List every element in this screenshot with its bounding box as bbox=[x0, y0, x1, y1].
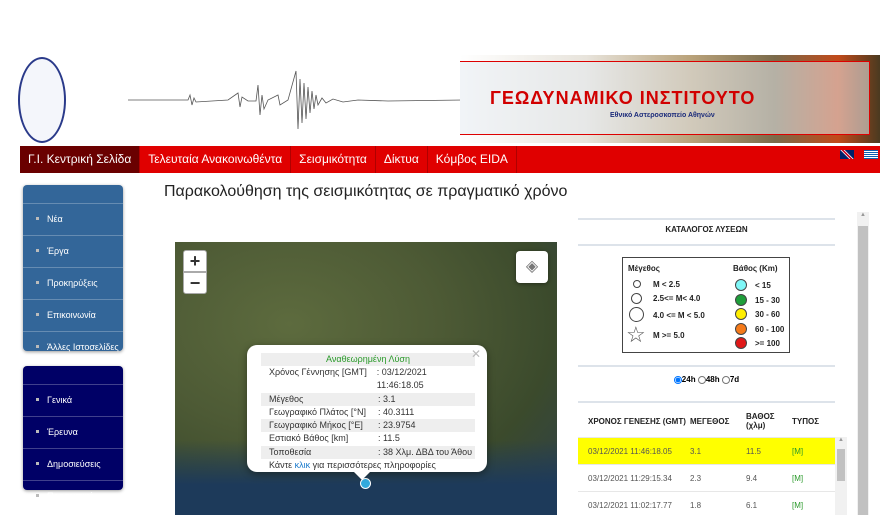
catalog-table: ΧΡΟΝΟΣ ΓΕΝΕΣΗΣ (GMT) ΜΕΓΕΘΟΣ ΒΑΘΟΣ (χλμ)… bbox=[578, 405, 835, 518]
sidebar-item-other-sites[interactable]: Άλλες Ιστοσελίδες bbox=[23, 331, 123, 363]
table-scrollbar[interactable]: ▲ bbox=[835, 437, 847, 515]
main-nav: Γ.Ι. Κεντρική Σελίδα Τελευταία Ανακοινωθ… bbox=[20, 146, 880, 173]
divider bbox=[578, 218, 835, 220]
table-header: ΧΡΟΝΟΣ ΓΕΝΕΣΗΣ (GMT) ΜΕΓΕΘΟΣ ΒΑΘΟΣ (χλμ)… bbox=[588, 412, 820, 430]
earthquake-popup: ✕ Αναθεωρημένη Λύση Χρόνος Γέννησης [GMT… bbox=[247, 345, 487, 480]
divider bbox=[578, 365, 835, 367]
depth-color-icon bbox=[735, 293, 747, 306]
depth-color-icon bbox=[735, 279, 747, 291]
sidebar-item-publications[interactable]: Δημοσιεύσεις bbox=[23, 448, 123, 480]
sidebar-item-contact[interactable]: Επικοινωνία bbox=[23, 299, 123, 331]
period-24h-radio[interactable] bbox=[673, 375, 682, 384]
observatory-logo[interactable] bbox=[18, 57, 66, 143]
page-title: Παρακολούθηση της σεισμικότητας σε πραγμ… bbox=[164, 183, 568, 200]
divider bbox=[578, 401, 835, 403]
nav-seismicity[interactable]: Σεισμικότητα bbox=[291, 146, 376, 173]
nav-announcements[interactable]: Τελευταία Ανακοινωθέντα bbox=[140, 146, 292, 173]
zoom-in-button[interactable]: + bbox=[183, 250, 207, 272]
table-row[interactable]: 03/12/2021 11:29:15.34 2.3 9.4 [M] bbox=[578, 464, 835, 491]
sidebar-item-general[interactable]: Γενικά bbox=[23, 384, 123, 416]
popup-heading: Αναθεωρημένη Λύση bbox=[261, 353, 475, 366]
sidebar-item-staff[interactable]: Προσωπικό bbox=[23, 480, 123, 512]
period-48h-radio[interactable] bbox=[697, 375, 706, 384]
period-7d-radio[interactable] bbox=[721, 375, 730, 384]
popup-row: Μέγεθος: 3.1 bbox=[261, 392, 475, 406]
panel-scrollbar[interactable]: ▲ bbox=[857, 212, 869, 515]
seismogram-graphic bbox=[128, 70, 463, 130]
large-circle-icon bbox=[629, 307, 644, 322]
popup-row: Εστιακό Βάθος [km]: 11.5 bbox=[269, 433, 400, 444]
medium-circle-icon bbox=[631, 293, 642, 304]
period-selector: 24h 48h 7d bbox=[578, 375, 835, 384]
depth-label: >= 100 bbox=[755, 339, 780, 348]
greek-flag-icon[interactable] bbox=[864, 150, 878, 159]
layers-icon[interactable]: ◈ bbox=[516, 251, 548, 283]
depth-color-icon bbox=[735, 308, 747, 320]
table-row[interactable]: 03/12/2021 11:46:18.05 3.1 11.5 [M] bbox=[578, 437, 835, 464]
nav-networks[interactable]: Δίκτυα bbox=[376, 146, 428, 173]
sidebar-item-projects[interactable]: Έργα bbox=[23, 235, 123, 267]
legend: Μέγεθος M < 2.5 2.5<= M< 4.0 4.0 <= M < … bbox=[622, 257, 790, 353]
popup-row: Χρόνος Γέννησης [GMT]: 03/12/2021 11:46:… bbox=[269, 367, 427, 391]
nav-eida[interactable]: Κόμβος EIDA bbox=[428, 146, 517, 173]
institute-banner[interactable]: ΓΕΩΔΥΝΑΜΙΚΟ ΙΝΣΤΙΤΟΥΤΟ Εθνικό Αστεροσκοπ… bbox=[460, 55, 880, 143]
banner-title: ΓΕΩΔΥΝΑΜΙΚΟ ΙΝΣΤΙΤΟΥΤΟ bbox=[490, 88, 756, 108]
popup-row: Γεωγραφικό Πλάτος [°N]: 40.3111 bbox=[269, 406, 415, 417]
star-icon: ☆ bbox=[626, 322, 646, 347]
depth-label: 30 - 60 bbox=[755, 310, 780, 319]
depth-label: 15 - 30 bbox=[755, 295, 780, 305]
small-circle-icon bbox=[633, 280, 641, 288]
depth-color-icon bbox=[735, 322, 747, 335]
more-info-link[interactable]: κλικ bbox=[295, 460, 311, 470]
uk-flag-icon[interactable] bbox=[840, 150, 854, 159]
sidebar-item-announcements[interactable]: Προκηρύξεις bbox=[23, 267, 123, 299]
depth-label: 60 - 100 bbox=[755, 324, 785, 334]
zoom-out-button[interactable]: − bbox=[183, 272, 207, 294]
catalog-title: ΚΑΤΑΛΟΓΟΣ ΛΥΣΕΩΝ bbox=[665, 225, 748, 234]
banner-subtitle: Εθνικό Αστεροσκοπείο Αθηνών bbox=[610, 112, 715, 119]
sidebar-menu-main: Νέα Έργα Προκηρύξεις Επικοινωνία Άλλες Ι… bbox=[23, 185, 123, 352]
popup-row: Τοποθεσία: 38 Χλμ. ΔΒΔ του Άθου bbox=[261, 445, 475, 460]
table-row[interactable]: 03/12/2021 11:02:17.77 1.8 6.1 [M] bbox=[578, 491, 835, 518]
depth-color-icon bbox=[735, 337, 747, 349]
sidebar-menu-institute: Γενικά Έρευνα Δημοσιεύσεις Προσωπικό bbox=[23, 366, 123, 501]
sidebar-item-research[interactable]: Έρευνα bbox=[23, 416, 123, 448]
sidebar-item-news[interactable]: Νέα bbox=[23, 203, 123, 235]
close-icon[interactable]: ✕ bbox=[471, 347, 481, 361]
nav-home[interactable]: Γ.Ι. Κεντρική Σελίδα bbox=[20, 146, 141, 173]
divider bbox=[578, 244, 835, 246]
depth-label: < 15 bbox=[755, 281, 771, 290]
popup-row: Γεωγραφικό Μήκος [°E]: 23.9754 bbox=[261, 419, 475, 433]
